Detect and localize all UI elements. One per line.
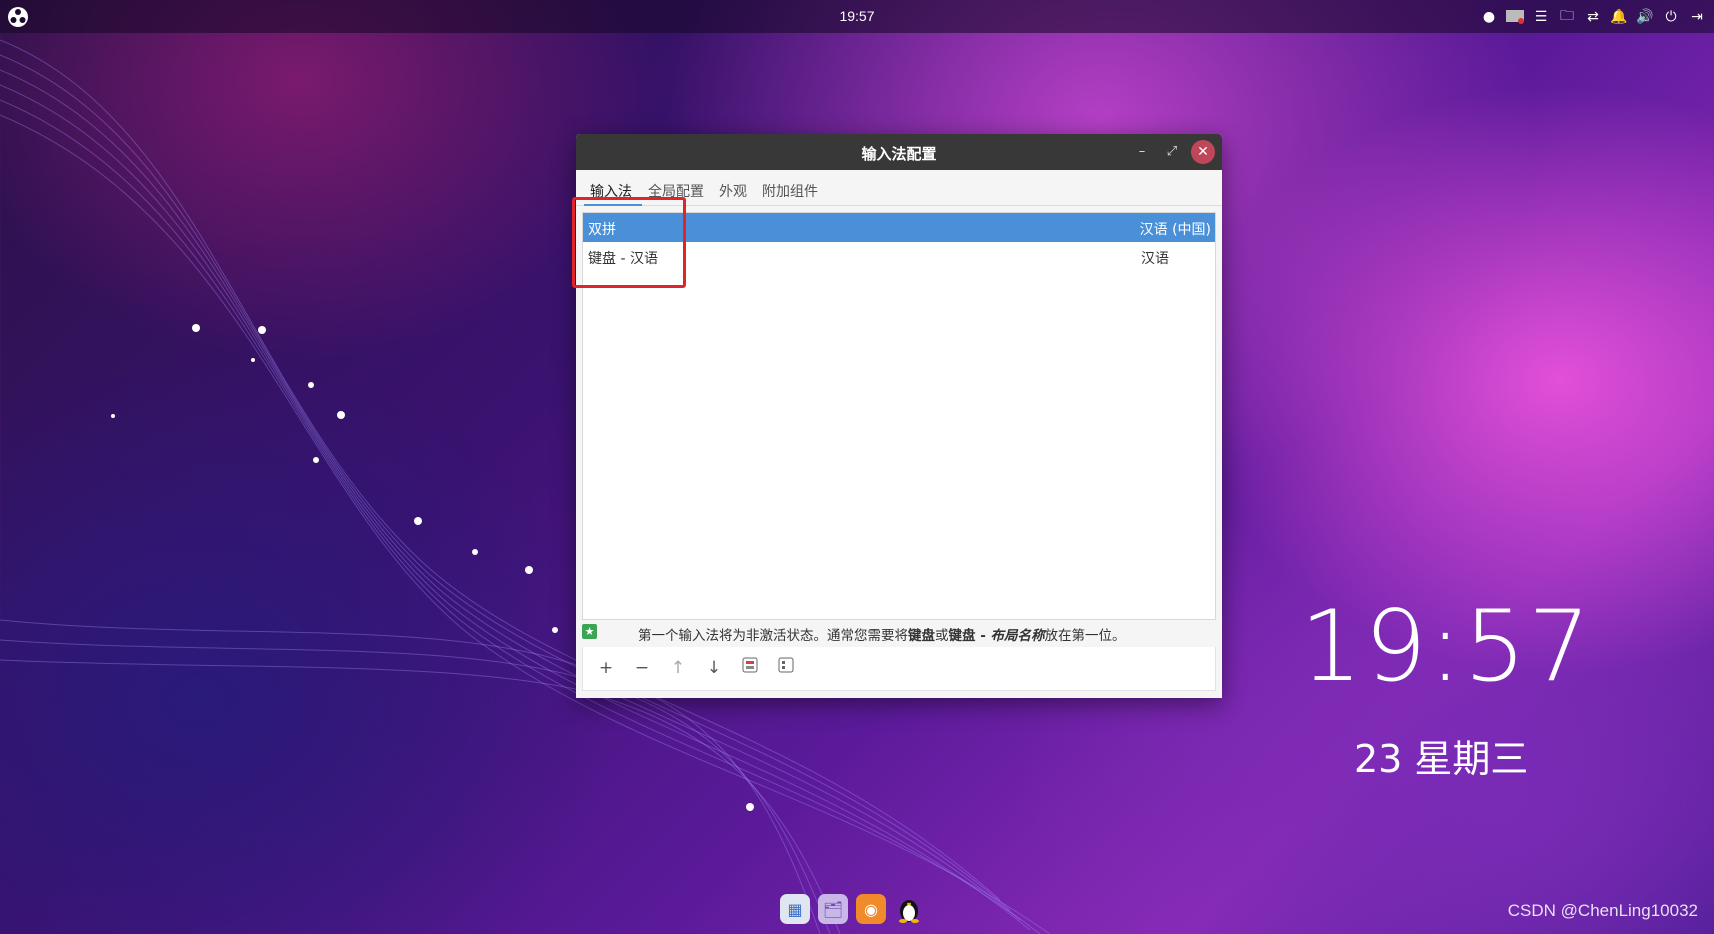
network-icon[interactable]: ⇄	[1584, 8, 1602, 26]
maximize-button[interactable]: ⤢	[1162, 142, 1182, 162]
app-launcher-icon[interactable]: ▦	[780, 894, 810, 924]
panel-clock[interactable]: 19:57	[0, 8, 1714, 24]
annotation-highlight-box	[572, 197, 686, 288]
system-tray: ● ☰ 🗀 ⇄ 🔔 🔊 ⏻ ⇥	[1480, 6, 1706, 28]
watermark: CSDN @ChenLing10032	[1507, 901, 1698, 920]
record-dot-icon[interactable]: ●	[1480, 8, 1498, 26]
move-down-button[interactable]: ↓	[703, 657, 725, 679]
minimize-button[interactable]: –	[1132, 142, 1152, 162]
configure-icon[interactable]	[739, 657, 761, 679]
logout-icon[interactable]: ⇥	[1688, 8, 1706, 26]
hint-bold-keyboard: 键盘	[908, 628, 935, 644]
close-button[interactable]: ✕	[1191, 140, 1215, 164]
input-method-language: 汉语	[1141, 251, 1169, 267]
hint-layout-name: 布局名称	[990, 628, 1045, 644]
desktop-clock-time: 19:57	[1300, 590, 1593, 704]
hint-text-part: 第一个输入法将为非激活状态。通常您需要将	[638, 628, 908, 644]
volume-icon[interactable]: 🔊	[1636, 8, 1654, 26]
notification-bell-icon[interactable]: 🔔	[1610, 8, 1628, 26]
window-title: 输入法配置	[861, 145, 937, 163]
desktop-clock-date: 23 星期三	[1354, 737, 1529, 781]
hint-text-part: 放在第一位。	[1044, 628, 1126, 644]
folder-icon[interactable]: 🗀	[1558, 8, 1576, 26]
hint-bar: ★ 第一个输入法将为非激活状态。通常您需要将键盘或键盘 - 布局名称放在第一位。	[582, 623, 1216, 647]
file-manager-icon[interactable]: 🗂	[818, 894, 848, 924]
penguin-app-icon[interactable]	[894, 894, 924, 924]
firefox-icon[interactable]: ◉	[856, 894, 886, 924]
tab-appearance[interactable]: 外观	[719, 181, 747, 201]
hint-bold-keyboard-layout: 键盘 -	[948, 628, 991, 644]
menu-icon[interactable]: ☰	[1532, 8, 1550, 26]
hint-text: 第一个输入法将为非激活状态。通常您需要将键盘或键盘 - 布局名称放在第一位。	[638, 624, 1126, 644]
dock: ▦ 🗂 ◉	[780, 894, 924, 930]
screen-icon[interactable]	[1506, 8, 1524, 26]
top-panel: 19:57 ● ☰ 🗀 ⇄ 🔔 🔊 ⏻ ⇥	[0, 0, 1714, 33]
input-method-language: 汉语 (中国)	[1139, 222, 1211, 238]
power-icon[interactable]: ⏻	[1662, 8, 1680, 26]
move-up-button[interactable]: ↑	[667, 657, 689, 679]
add-button[interactable]: +	[595, 657, 617, 679]
tab-addons[interactable]: 附加组件	[762, 181, 818, 201]
keyboard-layout-icon[interactable]	[775, 657, 797, 679]
hint-text-part: 或	[935, 628, 949, 644]
star-icon: ★	[582, 624, 597, 639]
window-titlebar[interactable]: 输入法配置 – ⤢ ✕	[576, 134, 1222, 170]
list-toolbar: + − ↑ ↓	[582, 647, 1216, 691]
remove-button[interactable]: −	[631, 657, 653, 679]
